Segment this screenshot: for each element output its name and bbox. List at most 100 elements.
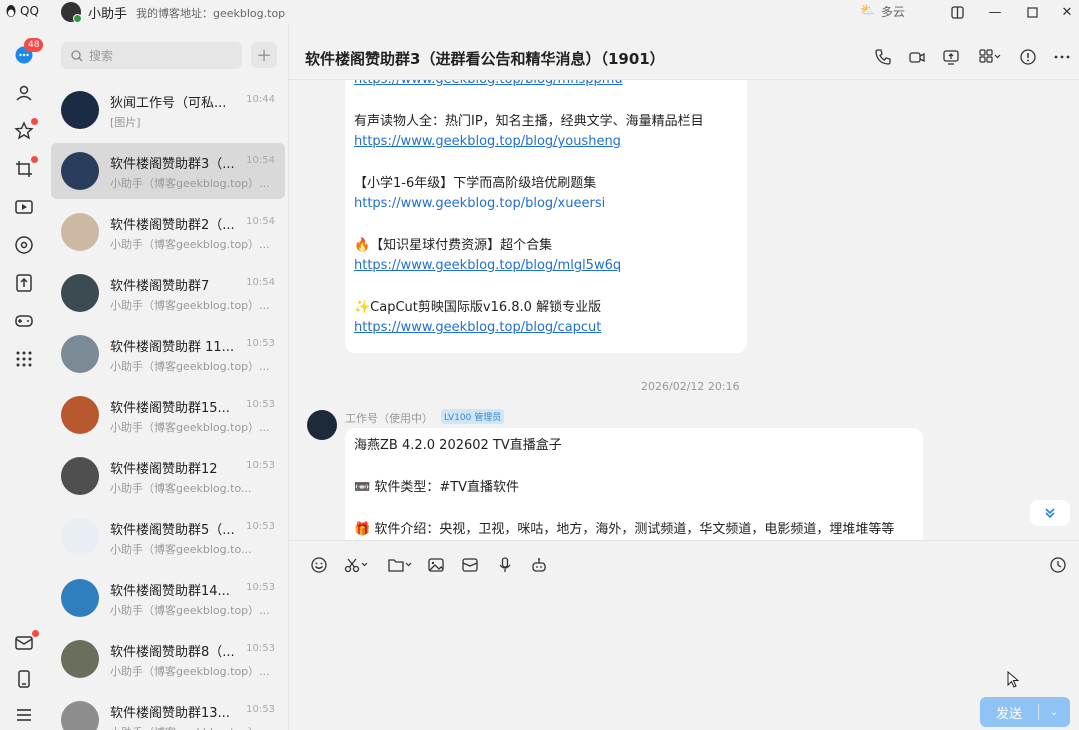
- conversation-name: 软件楼阁赞助群15...: [110, 401, 230, 416]
- user-avatar[interactable]: [61, 2, 82, 23]
- grid-dots-icon: [16, 351, 32, 367]
- message-area[interactable]: https://www.geekblog.top/blog/mnsppmu 有声…: [289, 80, 1079, 540]
- conversation-name: 软件楼阁赞助群3（...: [110, 157, 235, 172]
- conversation-item[interactable]: 软件楼阁赞助群7 10:54 小助手（博客geekblog.top）...: [51, 265, 285, 321]
- message-bubble-app[interactable]: 海燕ZB 4.2.0 202602 TV直播盒子 📼 软件类型：#TV直播软件 …: [345, 428, 923, 540]
- screenshot-button[interactable]: [343, 555, 371, 575]
- mail-dot: [32, 630, 39, 637]
- penguin-icon: [6, 5, 16, 17]
- screen-share-icon: [943, 50, 959, 65]
- conversation-name: 软件楼阁赞助群5（...: [110, 523, 235, 538]
- favorites-dot: [31, 118, 38, 125]
- conversation-item[interactable]: 软件楼阁赞助群8（... 10:53 小助手（博客geekblog.top）...: [51, 631, 285, 687]
- conversation-avatar: [61, 335, 99, 373]
- image-button[interactable]: [426, 555, 446, 575]
- conversation-preview: 小助手（博客geekblog.to...: [110, 543, 252, 556]
- chat-header: 软件楼阁赞助群3（进群看公告和精华消息）（1901）: [289, 24, 1079, 80]
- conversation-item[interactable]: 软件楼阁赞助群13... 10:53 小助手（博客geekblog.top）...: [51, 692, 285, 730]
- group-notice-button[interactable]: [1018, 47, 1038, 67]
- info-bubble-icon: [1020, 49, 1036, 65]
- conversation-item[interactable]: 软件楼阁赞助群5（... 10:53 小助手（博客geekblog.to...: [51, 509, 285, 565]
- close-button[interactable]: ✕: [1057, 2, 1077, 22]
- cloud-sun-icon: ⛅: [860, 3, 875, 17]
- nav-music[interactable]: [13, 234, 35, 256]
- conversation-item[interactable]: 软件楼阁赞助群12 10:53 小助手（博客geekblog.to...: [51, 448, 285, 504]
- user-signature[interactable]: 我的博客地址：geekblog.top: [136, 5, 285, 21]
- red-packet-button[interactable]: [460, 555, 480, 575]
- maximize-button[interactable]: [1022, 2, 1042, 22]
- conversation-avatar: [61, 274, 99, 312]
- conversation-preview: 小助手（博客geekblog.top）...: [110, 360, 270, 373]
- more-button[interactable]: [1052, 47, 1072, 67]
- conversation-time: 10:53: [246, 521, 275, 532]
- sender-name[interactable]: 工作号（使用中）: [345, 410, 433, 426]
- gamepad-icon: [15, 315, 33, 327]
- message-text: 🔥【知识星球付费资源】超个合集: [354, 238, 553, 253]
- minimize-icon: —: [988, 4, 1002, 20]
- scroll-to-bottom-button[interactable]: [1030, 500, 1070, 526]
- conversation-time: 10:53: [246, 643, 275, 654]
- message-text: 📼 软件类型：#TV直播软件: [354, 480, 520, 495]
- apps-dropdown-button[interactable]: [977, 47, 1005, 67]
- chat-title[interactable]: 软件楼阁赞助群3（进群看公告和精华消息）（1901）: [305, 48, 665, 69]
- sender-avatar[interactable]: [307, 410, 337, 440]
- conversation-time: 10:54: [246, 216, 275, 227]
- conversation-item[interactable]: 软件楼阁赞助群2（... 10:54 小助手（博客geekblog.top）...: [51, 204, 285, 260]
- emoji-button[interactable]: [309, 555, 329, 575]
- nav-channel[interactable]: [13, 196, 35, 218]
- message-link[interactable]: https://www.geekblog.top/blog/yousheng: [354, 132, 704, 152]
- conversation-item[interactable]: 软件楼阁赞助群15... 10:53 小助手（博客geekblog.top）...: [51, 387, 285, 443]
- conversation-item[interactable]: 软件楼阁赞助群 11... 10:53 小助手（博客geekblog.top）...: [51, 326, 285, 382]
- message-link[interactable]: https://www.geekblog.top/blog/mlgl5w6q: [354, 256, 704, 276]
- nav-phone[interactable]: [13, 668, 35, 690]
- discover-dot: [31, 156, 38, 163]
- conversation-avatar: [61, 213, 99, 251]
- add-button[interactable]: +: [251, 42, 277, 68]
- nav-menu[interactable]: [13, 704, 35, 726]
- title-bar: QQ 小助手 我的博客地址：geekblog.top ⛅ 多云 — ✕: [0, 0, 1079, 24]
- user-name[interactable]: 小助手: [88, 3, 127, 22]
- conversation-avatar: [61, 579, 99, 617]
- conversation-item[interactable]: 软件楼阁赞助群14... 10:53 小助手（博客geekblog.top）...: [51, 570, 285, 626]
- star-icon: [14, 121, 34, 140]
- mobile-phone-icon: [18, 670, 30, 688]
- voice-message-button[interactable]: [495, 555, 515, 575]
- conversation-item[interactable]: 狄闻工作号（可私... 10:44 [图片]: [51, 82, 285, 138]
- search-input[interactable]: [89, 48, 219, 63]
- nav-more-apps[interactable]: [13, 348, 35, 370]
- message-link[interactable]: https://www.geekblog.top/blog/capcut: [354, 318, 704, 338]
- message-link[interactable]: https://www.geekblog.top/blog/mnsppmu: [354, 80, 704, 90]
- nav-files[interactable]: [13, 272, 35, 294]
- nav-contacts[interactable]: [13, 82, 35, 104]
- conversation-time: 10:53: [246, 704, 275, 715]
- composer: 发送 ⌄: [289, 540, 1079, 730]
- send-options-chevron-icon[interactable]: ⌄: [1039, 707, 1069, 718]
- history-button[interactable]: [1048, 555, 1068, 575]
- file-button[interactable]: [386, 555, 414, 575]
- conversation-avatar: [61, 518, 99, 556]
- left-nav: 48: [0, 24, 49, 730]
- conversation-time: 10:53: [246, 338, 275, 349]
- pin-window-icon: [950, 5, 964, 19]
- weather-label: 多云: [880, 5, 905, 19]
- emoji-icon: [311, 557, 327, 573]
- video-camera-icon: [909, 52, 925, 63]
- more-dots-icon: [1054, 55, 1070, 59]
- weather-widget[interactable]: ⛅ 多云: [860, 3, 905, 20]
- voice-call-button[interactable]: [873, 47, 893, 67]
- conversation-item[interactable]: 软件楼阁赞助群3（... 10:54 小助手（博客geekblog.top）...: [51, 143, 285, 199]
- send-button[interactable]: 发送 ⌄: [980, 697, 1070, 727]
- conversation-preview: [图片]: [110, 116, 141, 129]
- search-box[interactable]: [61, 42, 242, 69]
- unread-badge: 48: [24, 38, 44, 52]
- minimize-button[interactable]: —: [985, 2, 1005, 22]
- pin-window-button[interactable]: [947, 2, 967, 22]
- plus-icon: +: [256, 44, 272, 66]
- more-tools-button[interactable]: [529, 555, 549, 575]
- video-call-button[interactable]: [907, 47, 927, 67]
- message-bubble-links[interactable]: https://www.geekblog.top/blog/mnsppmu 有声…: [345, 80, 747, 353]
- conversation-list: + 狄闻工作号（可私... 10:44 [图片] 软件楼阁赞助群3（... 10:54 小…: [49, 24, 288, 730]
- message-link[interactable]: https://www.geekblog.top/blog/xueersi: [354, 194, 704, 214]
- nav-games[interactable]: [13, 310, 35, 332]
- screen-share-button[interactable]: [941, 47, 961, 67]
